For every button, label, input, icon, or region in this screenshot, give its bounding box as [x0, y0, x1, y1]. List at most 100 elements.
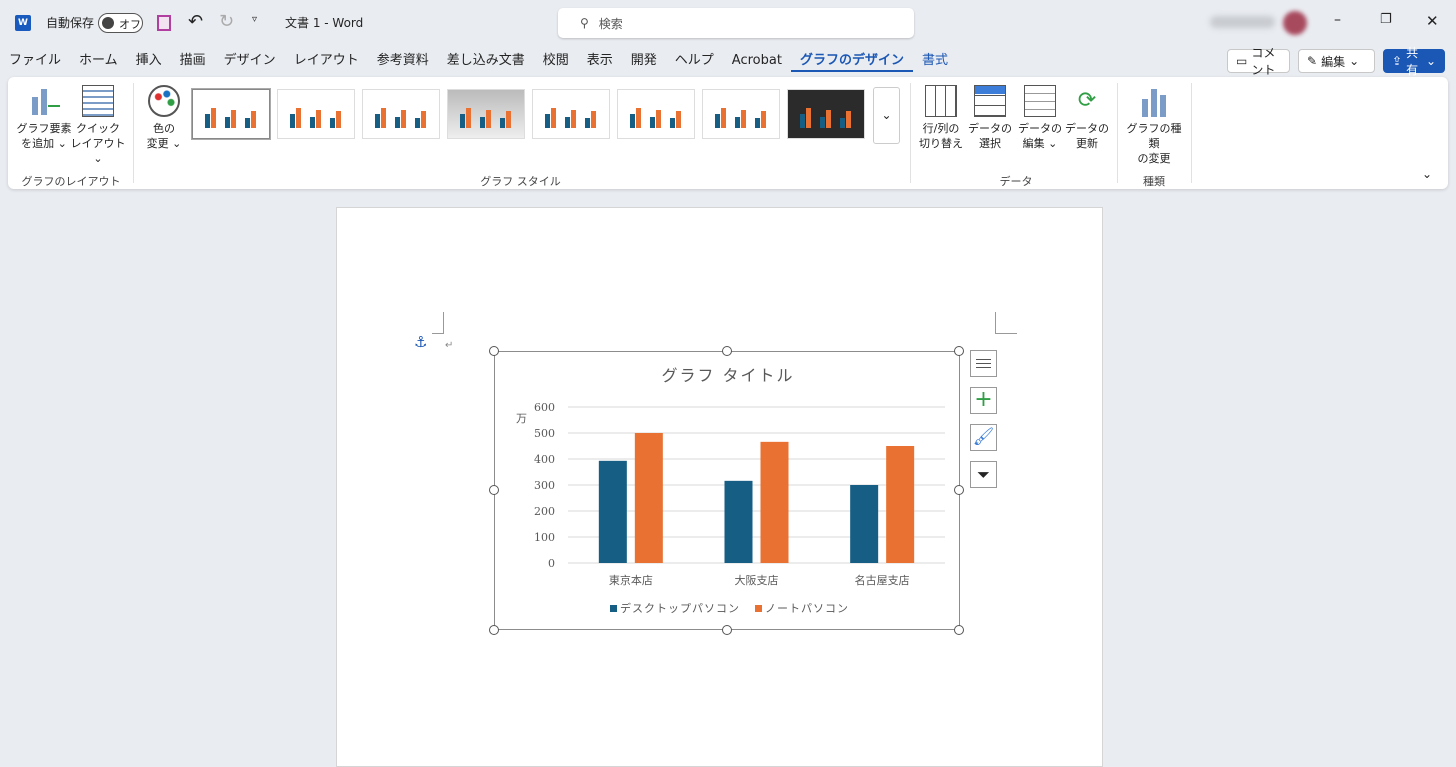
thumb-bar [336, 111, 341, 128]
y-tick-label: 400 [534, 453, 555, 466]
resize-handle[interactable] [954, 346, 964, 356]
tab-11[interactable]: ヘルプ [666, 50, 723, 72]
add-chart-element-button[interactable]: グラフ要素 を追加 ⌄ [16, 85, 72, 151]
thumb-bar [761, 111, 766, 128]
save-icon[interactable] [157, 15, 171, 31]
switch-row-column-button[interactable]: 行/列の 切り替え [916, 85, 966, 151]
quick-layout-button[interactable]: クイック レイアウト ⌄ [68, 85, 128, 166]
thumb-bar [486, 110, 491, 128]
chart-style-6[interactable] [617, 89, 695, 139]
account-name[interactable] [1210, 16, 1275, 28]
customize-qat-icon[interactable]: ▿ [252, 14, 257, 25]
chart-elements-button[interactable]: + [970, 387, 997, 414]
search-icon: ⚲ [580, 16, 589, 30]
margin-mark [995, 312, 1017, 334]
switch-row-column-icon [925, 85, 957, 117]
search-input[interactable]: ⚲ 検索 [558, 8, 914, 38]
layout-options-button[interactable] [970, 350, 997, 377]
select-data-button[interactable]: データの 選択 [966, 85, 1014, 151]
y-tick-label: 600 [534, 401, 555, 414]
thumb-bar [636, 108, 641, 128]
tab-5[interactable]: レイアウト [285, 50, 368, 72]
change-chart-type-button[interactable]: グラフの種類 の変更 [1122, 85, 1186, 166]
resize-handle[interactable] [489, 346, 499, 356]
resize-handle[interactable] [722, 346, 732, 356]
tab-4[interactable]: デザイン [215, 50, 285, 72]
group-label-type: 種類 [1143, 175, 1165, 188]
tab-12[interactable]: Acrobat [723, 50, 791, 72]
redo-icon[interactable]: ↻ [219, 11, 234, 32]
label: データの [1065, 122, 1109, 135]
resize-handle[interactable] [954, 625, 964, 635]
thumb-bar [840, 118, 845, 128]
collapse-ribbon-icon[interactable]: ⌄ [1422, 167, 1432, 181]
resize-handle[interactable] [489, 625, 499, 635]
chart-style-8[interactable] [787, 89, 865, 139]
resize-handle[interactable] [954, 485, 964, 495]
tab-8[interactable]: 校閲 [534, 50, 578, 72]
tab-7[interactable]: 差し込み文書 [438, 50, 534, 72]
bar-desktop [598, 460, 627, 563]
share-icon: ⇪ [1392, 54, 1403, 68]
anchor-icon[interactable]: ⚓ [414, 333, 427, 351]
restore-icon[interactable]: ❐ [1380, 12, 1392, 27]
palette-icon [148, 85, 180, 117]
change-colors-button[interactable]: 色の 変更 ⌄ [140, 85, 188, 151]
tab-1[interactable]: ホーム [70, 50, 127, 72]
x-tick-label: 名古屋支店 [855, 573, 910, 587]
chart-style-2[interactable] [277, 89, 355, 139]
thumb-bar [500, 118, 505, 128]
comment-label: コメント [1251, 46, 1276, 77]
refresh-data-button[interactable]: ⟳ データの 更新 [1064, 85, 1110, 151]
chart[interactable]: グラフ タイトル万 0 100 200 300 400 500 600 東京本店 大阪支店 名古屋支… [494, 351, 960, 630]
chart-element-icon [28, 85, 60, 117]
share-button[interactable]: ⇪ 共有 ⌄ [1383, 46, 1445, 77]
tab-6[interactable]: 参考資料 [368, 50, 438, 72]
x-tick-label: 東京本店 [609, 573, 653, 587]
thumb-bar [480, 117, 485, 128]
tab-0[interactable]: ファイル [0, 50, 70, 72]
gallery-more-button[interactable]: ⌄ [873, 87, 900, 144]
chart-style-5[interactable] [532, 89, 610, 139]
edit-data-button[interactable]: データの 編集 ⌄ [1016, 85, 1064, 151]
bar-desktop [850, 485, 879, 563]
edit-button[interactable]: ✎ 編集 ⌄ [1298, 49, 1375, 73]
tab-13[interactable]: グラフのデザイン [790, 50, 913, 72]
chart-style-4[interactable] [447, 89, 525, 139]
chart-style-1[interactable] [192, 89, 270, 139]
edit-label: 編集 [1321, 54, 1346, 69]
thumb-bar [316, 110, 321, 128]
bar-notebook [634, 433, 663, 563]
chart-style-7[interactable] [702, 89, 780, 139]
chart-styles-button[interactable]: 🖌 [970, 424, 997, 451]
minimize-icon[interactable]: – [1334, 12, 1341, 28]
legend-label: ノートパソコン [765, 602, 849, 615]
thumb-bar [826, 110, 831, 128]
chart-style-3[interactable] [362, 89, 440, 139]
tab-9[interactable]: 表示 [578, 50, 622, 72]
tab-14[interactable]: 書式 [913, 50, 957, 72]
resize-handle[interactable] [489, 485, 499, 495]
word-logo-icon: W [15, 15, 31, 31]
autosave-toggle[interactable]: オフ [98, 13, 143, 33]
avatar[interactable] [1283, 11, 1307, 35]
bar-notebook [886, 446, 915, 563]
label: 編集 ⌄ [1022, 137, 1058, 150]
thumb-bar [460, 114, 465, 128]
thumb-bar [565, 117, 570, 128]
thumb-bar [205, 114, 210, 128]
tab-10[interactable]: 開発 [622, 50, 666, 72]
thumb-bar [545, 114, 550, 128]
group-label-data: データ [999, 175, 1033, 188]
quick-layout-icon [82, 85, 114, 117]
tab-3[interactable]: 描画 [171, 50, 215, 72]
chart-filters-button[interactable]: ⏷ [970, 461, 997, 488]
undo-icon[interactable]: ↶ [188, 11, 203, 32]
thumb-bar [381, 108, 386, 128]
comment-button[interactable]: ▭ コメント [1227, 46, 1290, 77]
share-label: 共有 [1406, 46, 1419, 77]
y-axis-unit-label: 万 [516, 412, 527, 425]
tab-2[interactable]: 挿入 [127, 50, 171, 72]
close-icon[interactable]: ✕ [1426, 12, 1439, 30]
resize-handle[interactable] [722, 625, 732, 635]
